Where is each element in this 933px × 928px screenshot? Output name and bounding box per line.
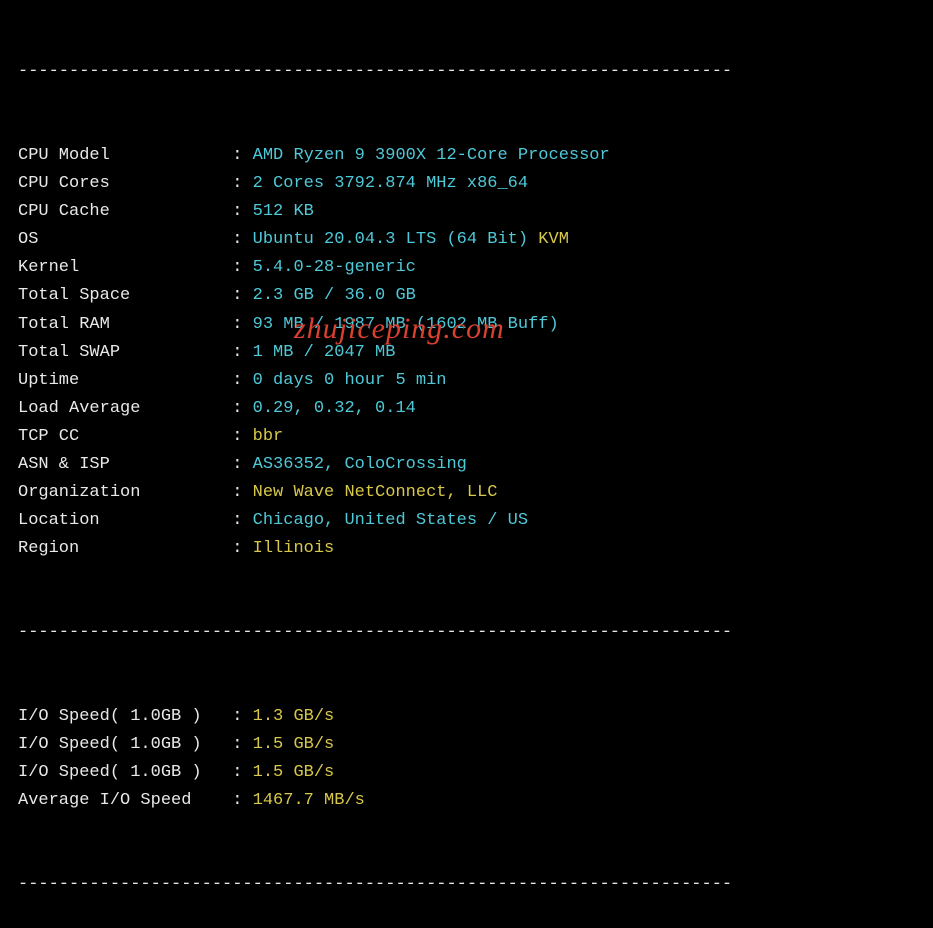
row-value: 1467.7 MB/s xyxy=(253,791,365,810)
row-value: 1.5 GB/s xyxy=(253,763,335,782)
row-colon: : xyxy=(232,258,252,277)
terminal-output: ----------------------------------------… xyxy=(0,0,933,928)
row-label: Total Space xyxy=(18,282,232,310)
row-value: 1 MB / 2047 MB xyxy=(253,343,396,362)
row-value: 93 MB / 1987 MB (1602 MB Buff) xyxy=(253,315,559,334)
row-value: New Wave NetConnect, LLC xyxy=(253,483,498,502)
info-row: CPU Cache: 512 KB xyxy=(18,198,933,226)
info-row: Total Space: 2.3 GB / 36.0 GB xyxy=(18,282,933,310)
row-label: Organization xyxy=(18,479,232,507)
info-row: Organization: New Wave NetConnect, LLC xyxy=(18,479,933,507)
info-row: Kernel: 5.4.0-28-generic xyxy=(18,254,933,282)
row-value: Ubuntu 20.04.3 LTS (64 Bit) xyxy=(253,230,528,249)
info-row: Total RAM: 93 MB / 1987 MB (1602 MB Buff… xyxy=(18,311,933,339)
row-label: I/O Speed( 1.0GB ) xyxy=(18,759,232,787)
row-colon: : xyxy=(232,455,252,474)
row-colon: : xyxy=(232,286,252,305)
info-row: I/O Speed( 1.0GB ): 1.3 GB/s xyxy=(18,703,933,731)
row-value: KVM xyxy=(528,230,569,249)
divider-mid: ----------------------------------------… xyxy=(18,619,933,647)
row-label: Average I/O Speed xyxy=(18,787,232,815)
row-colon: : xyxy=(232,791,252,810)
info-row: ASN & ISP: AS36352, ColoCrossing xyxy=(18,451,933,479)
row-colon: : xyxy=(232,315,252,334)
row-label: I/O Speed( 1.0GB ) xyxy=(18,731,232,759)
row-colon: : xyxy=(232,399,252,418)
info-row: Load Average: 0.29, 0.32, 0.14 xyxy=(18,395,933,423)
row-label: Location xyxy=(18,507,232,535)
row-colon: : xyxy=(232,202,252,221)
row-label: CPU Cores xyxy=(18,170,232,198)
row-label: TCP CC xyxy=(18,423,232,451)
row-value: 2.3 GB / 36.0 GB xyxy=(253,286,416,305)
row-label: Kernel xyxy=(18,254,232,282)
divider-bottom: ----------------------------------------… xyxy=(18,871,933,899)
row-colon: : xyxy=(232,539,252,558)
row-value: 0 days 0 hour 5 min xyxy=(253,371,447,390)
row-colon: : xyxy=(232,174,252,193)
row-label: OS xyxy=(18,226,232,254)
row-value: 1.3 GB/s xyxy=(253,707,335,726)
row-value: 1.5 GB/s xyxy=(253,735,335,754)
row-value: Illinois xyxy=(253,539,335,558)
row-value: AS36352, ColoCrossing xyxy=(253,455,467,474)
info-row: CPU Cores: 2 Cores 3792.874 MHz x86_64 xyxy=(18,170,933,198)
info-row: TCP CC: bbr xyxy=(18,423,933,451)
info-row: Region: Illinois xyxy=(18,535,933,563)
info-row: I/O Speed( 1.0GB ): 1.5 GB/s xyxy=(18,731,933,759)
row-value: 5.4.0-28-generic xyxy=(253,258,416,277)
row-value: 0.29, 0.32, 0.14 xyxy=(253,399,416,418)
row-label: ASN & ISP xyxy=(18,451,232,479)
row-label: Uptime xyxy=(18,367,232,395)
row-label: I/O Speed( 1.0GB ) xyxy=(18,703,232,731)
row-value: Chicago, United States / US xyxy=(253,511,528,530)
row-value: 512 KB xyxy=(253,202,314,221)
row-colon: : xyxy=(232,230,252,249)
row-colon: : xyxy=(232,707,252,726)
info-row: Total SWAP: 1 MB / 2047 MB xyxy=(18,339,933,367)
row-label: CPU Model xyxy=(18,142,232,170)
info-row: Average I/O Speed: 1467.7 MB/s xyxy=(18,787,933,815)
row-value: AMD Ryzen 9 3900X 12-Core Processor xyxy=(253,146,610,165)
row-colon: : xyxy=(232,483,252,502)
row-colon: : xyxy=(232,511,252,530)
row-value: bbr xyxy=(253,427,284,446)
info-row: OS: Ubuntu 20.04.3 LTS (64 Bit) KVM xyxy=(18,226,933,254)
info-row: I/O Speed( 1.0GB ): 1.5 GB/s xyxy=(18,759,933,787)
row-colon: : xyxy=(232,763,252,782)
row-label: CPU Cache xyxy=(18,198,232,226)
row-label: Load Average xyxy=(18,395,232,423)
row-colon: : xyxy=(232,343,252,362)
info-row: CPU Model: AMD Ryzen 9 3900X 12-Core Pro… xyxy=(18,142,933,170)
row-label: Region xyxy=(18,535,232,563)
row-colon: : xyxy=(232,371,252,390)
row-colon: : xyxy=(232,735,252,754)
row-value: 2 Cores 3792.874 MHz x86_64 xyxy=(253,174,528,193)
row-label: Total RAM xyxy=(18,311,232,339)
info-row: Location: Chicago, United States / US xyxy=(18,507,933,535)
row-colon: : xyxy=(232,427,252,446)
row-label: Total SWAP xyxy=(18,339,232,367)
row-colon: : xyxy=(232,146,252,165)
info-row: Uptime: 0 days 0 hour 5 min xyxy=(18,367,933,395)
divider-top: ----------------------------------------… xyxy=(18,58,933,86)
